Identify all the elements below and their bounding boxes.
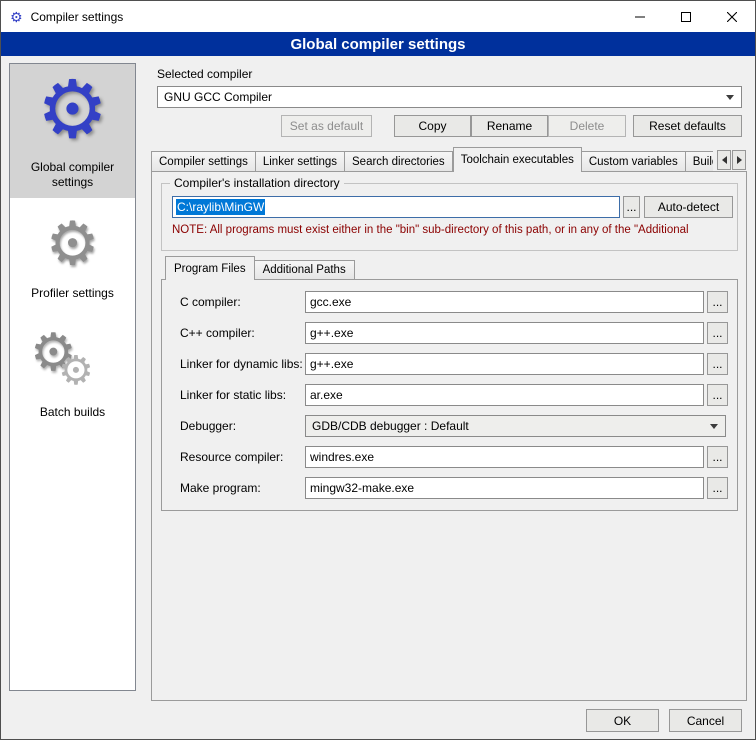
resource-compiler-browse-button[interactable]: ...	[707, 446, 728, 468]
delete-button[interactable]: Delete	[548, 115, 626, 137]
window-icon: ⚙	[10, 10, 23, 24]
cpp-compiler-input[interactable]	[305, 322, 704, 344]
make-program-input[interactable]	[305, 477, 704, 499]
sidebar-item-global-compiler-settings[interactable]: ⚙ Global compiler settings	[10, 64, 135, 198]
set-as-default-button[interactable]: Set as default	[281, 115, 372, 137]
linker-static-label: Linker for static libs:	[180, 388, 286, 402]
cpp-compiler-row: C++ compiler: ...	[162, 322, 737, 344]
ok-button[interactable]: OK	[586, 709, 659, 732]
make-program-row: Make program: ...	[162, 477, 737, 499]
linker-static-row: Linker for static libs: ...	[162, 384, 737, 406]
settings-category-sidebar: ⚙ Global compiler settings ⚙ Profiler se…	[9, 63, 136, 691]
cancel-button[interactable]: Cancel	[669, 709, 742, 732]
installation-directory-value: C:\raylib\MinGW	[176, 199, 265, 215]
settings-tabs: Compiler settings Linker settings Search…	[151, 147, 713, 172]
maximize-icon	[681, 12, 691, 22]
auto-detect-button[interactable]: Auto-detect	[644, 196, 733, 218]
reset-defaults-button[interactable]: Reset defaults	[633, 115, 742, 137]
selected-compiler-value: GNU GCC Compiler	[164, 90, 272, 104]
sidebar-item-batch-builds[interactable]: ⚙ ⚙ Batch builds	[10, 309, 135, 428]
tab-scroll-right-button[interactable]	[732, 150, 746, 170]
tab-toolchain-executables[interactable]: Toolchain executables	[453, 147, 582, 172]
chevron-right-icon	[737, 156, 742, 164]
resource-compiler-row: Resource compiler: ...	[162, 446, 737, 468]
subtab-additional-paths[interactable]: Additional Paths	[255, 260, 355, 280]
debugger-dropdown[interactable]: GDB/CDB debugger : Default	[305, 415, 726, 437]
chevron-down-icon	[726, 95, 734, 100]
installation-directory-input[interactable]: C:\raylib\MinGW	[172, 196, 620, 218]
close-button[interactable]	[709, 1, 755, 32]
banner-title: Global compiler settings	[290, 36, 465, 53]
c-compiler-input[interactable]	[305, 291, 704, 313]
compiler-settings-dialog: ⚙ Compiler settings Global compiler sett…	[0, 0, 756, 740]
copy-button[interactable]: Copy	[394, 115, 471, 137]
make-program-label: Make program:	[180, 481, 261, 495]
installation-directory-browse-button[interactable]: ...	[623, 196, 640, 218]
debugger-row: Debugger: GDB/CDB debugger : Default	[162, 415, 737, 437]
linker-dynamic-browse-button[interactable]: ...	[707, 353, 728, 375]
installation-directory-note: NOTE: All programs must exist either in …	[172, 224, 732, 236]
cpp-compiler-label: C++ compiler:	[180, 326, 255, 340]
program-files-tabs: Program Files Additional Paths	[165, 256, 355, 280]
linker-static-browse-button[interactable]: ...	[707, 384, 728, 406]
chevron-left-icon	[722, 156, 727, 164]
global-compiler-settings-icon: ⚙	[12, 70, 133, 158]
cpp-compiler-browse-button[interactable]: ...	[707, 322, 728, 344]
linker-dynamic-input[interactable]	[305, 353, 704, 375]
program-files-panel: C compiler: ... C++ compiler: ... Linker…	[161, 279, 738, 511]
tab-linker-settings[interactable]: Linker settings	[256, 151, 345, 172]
close-icon	[727, 12, 737, 22]
tab-custom-variables[interactable]: Custom variables	[582, 151, 686, 172]
tab-compiler-settings[interactable]: Compiler settings	[151, 151, 256, 172]
banner: Global compiler settings	[1, 32, 755, 56]
resource-compiler-input[interactable]	[305, 446, 704, 468]
linker-static-input[interactable]	[305, 384, 704, 406]
debugger-label: Debugger:	[180, 419, 236, 433]
tab-search-directories[interactable]: Search directories	[345, 151, 453, 172]
c-compiler-label: C compiler:	[180, 295, 241, 309]
window-title: Compiler settings	[31, 10, 124, 24]
tab-build-options[interactable]: Build	[686, 151, 713, 172]
minimize-icon	[635, 12, 645, 22]
linker-dynamic-row: Linker for dynamic libs: ...	[162, 353, 737, 375]
tab-scroll-left-button[interactable]	[717, 150, 731, 170]
minimize-button[interactable]	[617, 1, 663, 32]
subtab-program-files[interactable]: Program Files	[165, 256, 255, 280]
linker-dynamic-label: Linker for dynamic libs:	[180, 357, 303, 371]
rename-button[interactable]: Rename	[471, 115, 548, 137]
sidebar-item-profiler-settings[interactable]: ⚙ Profiler settings	[10, 198, 135, 309]
c-compiler-row: C compiler: ...	[162, 291, 737, 313]
resource-compiler-label: Resource compiler:	[180, 450, 283, 464]
debugger-value: GDB/CDB debugger : Default	[312, 419, 469, 433]
chevron-down-icon	[710, 424, 718, 429]
batch-builds-icon: ⚙ ⚙	[12, 327, 133, 403]
selected-compiler-dropdown[interactable]: GNU GCC Compiler	[157, 86, 742, 108]
sidebar-item-label: Global compiler settings	[12, 160, 133, 190]
title-bar: ⚙ Compiler settings	[1, 1, 755, 32]
caption-buttons	[617, 1, 755, 32]
c-compiler-browse-button[interactable]: ...	[707, 291, 728, 313]
installation-directory-group: Compiler's installation directory C:\ray…	[161, 183, 738, 251]
sidebar-item-label: Batch builds	[12, 405, 133, 420]
maximize-button[interactable]	[663, 1, 709, 32]
selected-compiler-label: Selected compiler	[157, 67, 252, 81]
sidebar-item-label: Profiler settings	[12, 286, 133, 301]
installation-directory-group-label: Compiler's installation directory	[170, 176, 344, 190]
profiler-settings-icon: ⚙	[12, 214, 133, 284]
make-program-browse-button[interactable]: ...	[707, 477, 728, 499]
